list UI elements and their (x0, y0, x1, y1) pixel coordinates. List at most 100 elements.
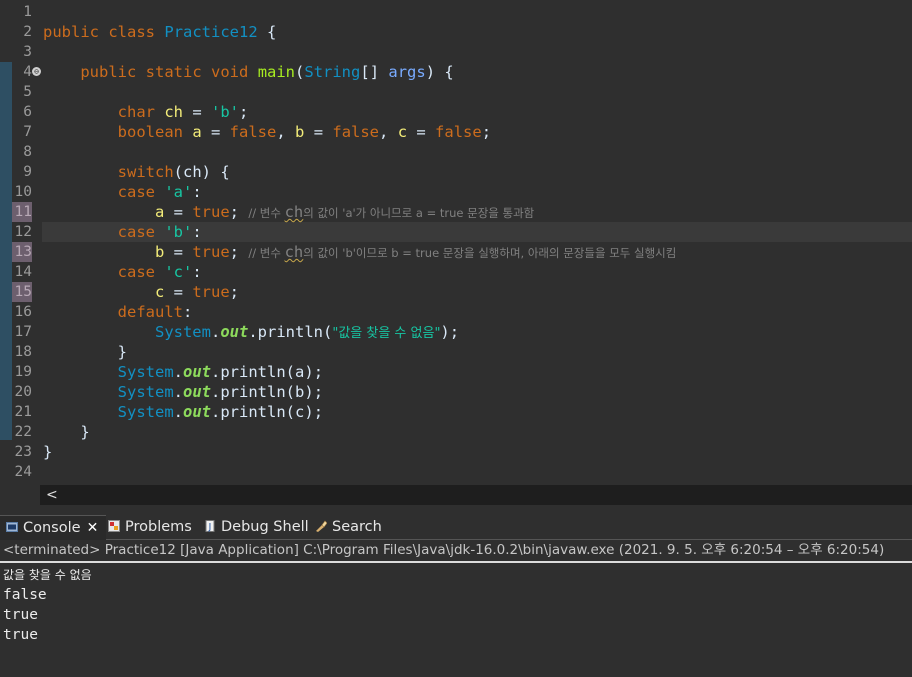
comment-text: 의 값이 'b'이므로 b = true 문장을 실행하며, 아래의 문장들을 … (303, 246, 677, 260)
code-line[interactable]: public static void main(String[] args) { (43, 62, 453, 82)
tab-search[interactable]: Search (315, 515, 382, 539)
switch-arg: ch (183, 163, 202, 181)
comment-text: 의 값이 'a'가 아니므로 a = true 문장을 통과함 (303, 206, 535, 220)
console-output-line: true (3, 607, 38, 623)
tab-console[interactable]: Console ✕ (0, 515, 107, 540)
code-line[interactable]: System.out.println(c); (43, 402, 323, 422)
out-field: out (183, 383, 211, 401)
case-a-literal: 'a' (164, 183, 193, 201)
println-arg: a (295, 363, 305, 381)
code-line[interactable]: c = true; (43, 282, 239, 302)
tab-debug-shell-label: Debug Shell (221, 519, 309, 535)
line-number: 3 (23, 44, 32, 60)
case-c-literal: 'c' (164, 263, 193, 281)
code-line[interactable]: a = true; // 변수 ch의 값이 'a'가 아니므로 a = tru… (43, 202, 534, 222)
out-field: out (183, 363, 211, 381)
console-output-line: true (3, 627, 38, 643)
overview-ruler (0, 0, 12, 485)
comment-text: // 변수 (248, 206, 285, 220)
tab-problems[interactable]: Problems (108, 515, 192, 539)
code-line[interactable]: } (43, 342, 127, 362)
comment-line-13: // 변수 ch의 값이 'b'이므로 b = true 문장을 실행하며, 아… (248, 243, 676, 261)
code-line[interactable]: System.out.println(b); (43, 382, 323, 402)
code-line[interactable]: case 'a': (43, 182, 202, 202)
default-string: "값을 찾을 수 없음" (332, 326, 441, 341)
fold-toggle-icon[interactable]: ⊖ (32, 67, 41, 76)
spell-check-word: ch (284, 243, 304, 261)
param-type: String (304, 63, 361, 81)
println-arg: c (295, 403, 305, 421)
code-line[interactable]: case 'b': (43, 222, 202, 242)
println-call: println (220, 363, 286, 381)
line-number: 18 (14, 344, 32, 360)
param-name: args (388, 63, 426, 81)
line-number-marked: 13 (12, 242, 32, 262)
var-b: b (295, 123, 305, 141)
system-class: System (117, 403, 174, 421)
method-name: main (257, 63, 296, 81)
tab-console-label: Console (23, 520, 81, 536)
scroll-left-icon[interactable]: < (46, 485, 58, 505)
tab-problems-label: Problems (125, 519, 192, 535)
line-number: 16 (14, 304, 32, 320)
problems-icon (108, 520, 120, 532)
console-status-line: <terminated> Practice12 [Java Applicatio… (3, 542, 885, 558)
line-number: 1 (23, 4, 32, 20)
out-field: out (220, 323, 249, 341)
debug-shell-icon: J (205, 520, 215, 532)
var-c: c (397, 123, 408, 141)
system-class: System (117, 383, 174, 401)
console-output-line: 값을 찾을 수 없음 (3, 568, 92, 582)
code-line[interactable]: } (43, 422, 89, 442)
console-divider (0, 561, 912, 563)
line-number: 12 (14, 224, 32, 240)
tab-debug-shell[interactable]: J Debug Shell (204, 515, 309, 539)
system-class: System (154, 323, 211, 341)
line-number: 22 (14, 424, 32, 440)
line-number: 24 (14, 464, 32, 480)
var-ch: ch (164, 103, 183, 121)
code-line[interactable]: switch(ch) { (43, 162, 230, 182)
line-number: 23 (14, 444, 32, 460)
search-icon (316, 520, 327, 532)
case-b-literal: 'b' (164, 223, 193, 241)
code-line[interactable]: b = true; // 변수 ch의 값이 'b'이므로 b = true 문… (43, 242, 676, 262)
line-number: 20 (14, 384, 32, 400)
assign-a: a (154, 203, 165, 221)
console-output-line: false (3, 587, 47, 603)
horizontal-scrollbar[interactable]: < (40, 485, 912, 505)
console-icon (6, 522, 18, 532)
code-line[interactable]: System.out.println(a); (43, 362, 323, 382)
line-number: 21 (14, 404, 32, 420)
system-class: System (117, 363, 174, 381)
code-editor[interactable]: 1 2 3 4 ⊖ 5 6 7 8 9 10 11 12 13 14 15 16… (0, 0, 912, 485)
line-number-gutter: 1 2 3 4 ⊖ 5 6 7 8 9 10 11 12 13 14 15 16… (12, 0, 42, 485)
close-icon[interactable]: ✕ (87, 520, 99, 536)
panel-tab-bar: Console ✕ Problems J Debug Shell Search (0, 515, 912, 540)
tab-search-label: Search (332, 519, 382, 535)
line-number: 19 (14, 364, 32, 380)
println-call: println (220, 383, 286, 401)
comment-text: // 변수 (248, 246, 285, 260)
code-line[interactable]: boolean a = false, b = false, c = false; (43, 122, 491, 142)
line-number: 6 (23, 104, 32, 120)
class-name: Practice12 (164, 23, 258, 41)
line-number: 2 (23, 24, 32, 40)
char-literal: 'b' (211, 103, 239, 121)
line-number: 8 (23, 144, 32, 160)
line-number-marked: 15 (12, 282, 32, 302)
line-number: 14 (14, 264, 32, 280)
line-number-marked: 11 (12, 202, 32, 222)
code-line[interactable]: } (43, 442, 52, 462)
code-line[interactable]: default: (43, 302, 193, 322)
code-line[interactable]: System.out.println("값을 찾을 수 없음"); (43, 322, 459, 342)
code-line[interactable]: case 'c': (43, 262, 202, 282)
println-call: println (220, 403, 286, 421)
line-number: 9 (23, 164, 32, 180)
console-output[interactable]: 값을 찾을 수 없음 false true true (3, 565, 92, 645)
code-line[interactable]: public class Practice12 { (43, 22, 276, 42)
code-line[interactable]: char ch = 'b'; (43, 102, 249, 122)
assign-b: b (154, 243, 165, 261)
spell-check-word: ch (284, 203, 304, 221)
line-number: 10 (14, 184, 32, 200)
